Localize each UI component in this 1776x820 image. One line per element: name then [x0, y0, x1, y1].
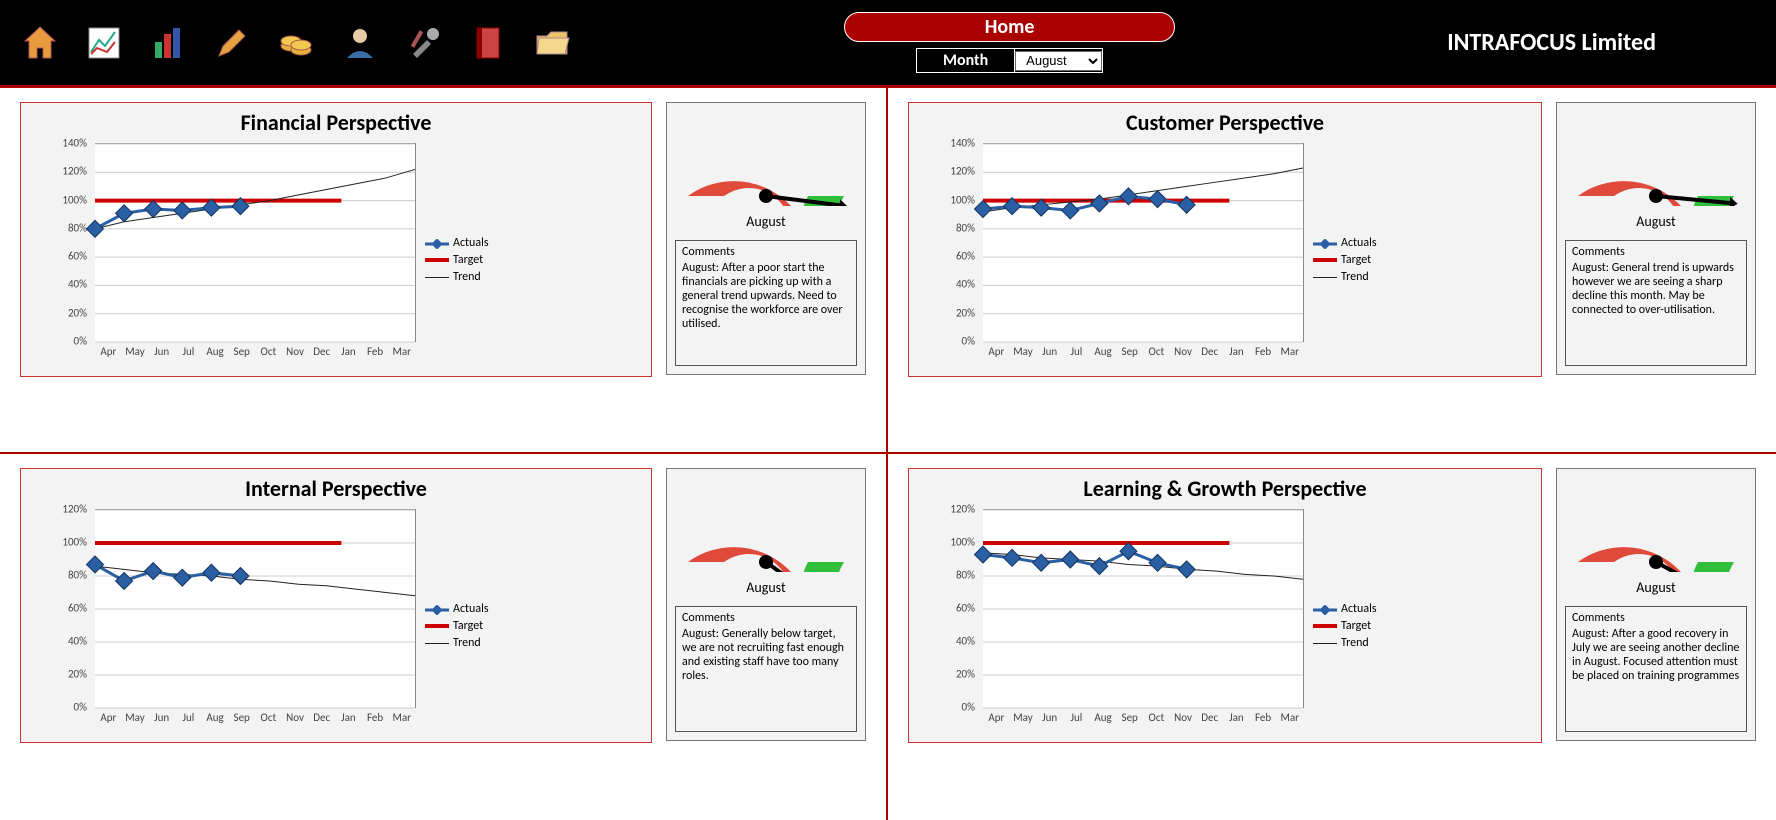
gauge-month-label: August	[746, 579, 785, 596]
panel-title: Internal Perspective	[21, 475, 651, 502]
gauge	[676, 111, 856, 211]
legend-trend: Trend	[425, 636, 489, 650]
header-center: Home Month August	[572, 12, 1447, 73]
legend-actuals: Actuals	[1313, 602, 1377, 616]
gauge-month-label: August	[1636, 213, 1675, 230]
legend-target: Target	[425, 253, 489, 267]
panel-title: Financial Perspective	[21, 109, 651, 136]
notebook-icon[interactable]	[468, 23, 508, 63]
plot-area	[983, 509, 1304, 708]
chart-legend: Actuals Target Trend	[1313, 599, 1377, 653]
legend-target: Target	[425, 619, 489, 633]
plot-area	[95, 143, 416, 342]
month-label: Month	[917, 49, 1015, 72]
gauge	[676, 477, 856, 577]
folder-icon[interactable]	[532, 23, 572, 63]
panel-title: Learning & Growth Perspective	[909, 475, 1541, 502]
quadrant-1: Customer Perspective 0%20%40%60%80%100%12…	[888, 88, 1776, 454]
comments-box: Comments August: Generally below target, …	[675, 606, 857, 732]
y-axis-labels: 0%20%40%60%80%100%120%140%	[945, 143, 979, 341]
x-axis-labels: AprMayJunJulAugSepOctNovDecJanFebMar	[983, 711, 1303, 724]
plot-area	[95, 509, 416, 708]
chart-card: Customer Perspective 0%20%40%60%80%100%12…	[908, 102, 1542, 377]
gauge	[1566, 477, 1746, 577]
month-select[interactable]: August	[1015, 51, 1102, 71]
legend-target: Target	[1313, 253, 1377, 267]
chart-legend: Actuals Target Trend	[425, 599, 489, 653]
company-name: INTRAFOCUS Limited	[1447, 28, 1756, 57]
chart-legend: Actuals Target Trend	[1313, 233, 1377, 287]
gauge	[1566, 111, 1746, 211]
legend-target: Target	[1313, 619, 1377, 633]
x-axis-labels: AprMayJunJulAugSepOctNovDecJanFebMar	[95, 711, 415, 724]
quadrant-0: Financial Perspective 0%20%40%60%80%100%1…	[0, 88, 888, 454]
legend-trend: Trend	[1313, 636, 1377, 650]
bar-chart-icon[interactable]	[148, 23, 188, 63]
side-card: August Comments August: General trend is u…	[1556, 102, 1756, 375]
plot-area	[983, 143, 1304, 342]
side-card: August Comments August: Generally below ta…	[666, 468, 866, 741]
chart-legend: Actuals Target Trend	[425, 233, 489, 287]
x-axis-labels: AprMayJunJulAugSepOctNovDecJanFebMar	[95, 345, 415, 358]
comments-header: Comments	[682, 245, 850, 259]
tools-icon[interactable]	[404, 23, 444, 63]
chart-card: Learning & Growth Perspective 0%20%40%60%…	[908, 468, 1542, 743]
side-card: August Comments August: After a good recov…	[1556, 468, 1756, 741]
x-axis-labels: AprMayJunJulAugSepOctNovDecJanFebMar	[983, 345, 1303, 358]
gauge-month-label: August	[1636, 579, 1675, 596]
comments-box: Comments August: After a poor start the f…	[675, 240, 857, 366]
legend-actuals: Actuals	[425, 236, 489, 250]
quadrant-2: Internal Perspective 0%20%40%60%80%100%12…	[0, 454, 888, 820]
comments-header: Comments	[1572, 611, 1740, 625]
quadrant-3: Learning & Growth Perspective 0%20%40%60%…	[888, 454, 1776, 820]
side-card: August Comments August: After a poor start…	[666, 102, 866, 375]
y-axis-labels: 0%20%40%60%80%100%120%	[57, 509, 91, 707]
y-axis-labels: 0%20%40%60%80%100%120%	[945, 509, 979, 707]
panel-title: Customer Perspective	[909, 109, 1541, 136]
person-icon[interactable]	[340, 23, 380, 63]
comments-box: Comments August: After a good recovery in…	[1565, 606, 1747, 732]
comments-text: August: Generally below target, we are n…	[682, 627, 844, 683]
toolbar-icon-row	[20, 23, 572, 63]
legend-actuals: Actuals	[425, 602, 489, 616]
gauge-month-label: August	[746, 213, 785, 230]
month-selector-row: Month August	[916, 48, 1103, 73]
coins-icon[interactable]	[276, 23, 316, 63]
line-chart-icon[interactable]	[84, 23, 124, 63]
dashboard-grid: Financial Perspective 0%20%40%60%80%100%1…	[0, 88, 1776, 820]
home-button[interactable]: Home	[844, 12, 1176, 42]
comments-box: Comments August: General trend is upwards…	[1565, 240, 1747, 366]
legend-trend: Trend	[1313, 270, 1377, 284]
comments-text: August: General trend is upwards however…	[1572, 261, 1734, 317]
legend-trend: Trend	[425, 270, 489, 284]
comments-text: August: After a good recovery in July we…	[1572, 627, 1739, 683]
pencil-icon[interactable]	[212, 23, 252, 63]
comments-text: August: After a poor start the financial…	[682, 261, 843, 331]
comments-header: Comments	[682, 611, 850, 625]
y-axis-labels: 0%20%40%60%80%100%120%140%	[57, 143, 91, 341]
chart-card: Internal Perspective 0%20%40%60%80%100%12…	[20, 468, 652, 743]
legend-actuals: Actuals	[1313, 236, 1377, 250]
top-toolbar: Home Month August INTRAFOCUS Limited	[0, 0, 1776, 88]
home-icon[interactable]	[20, 23, 60, 63]
chart-card: Financial Perspective 0%20%40%60%80%100%1…	[20, 102, 652, 377]
comments-header: Comments	[1572, 245, 1740, 259]
